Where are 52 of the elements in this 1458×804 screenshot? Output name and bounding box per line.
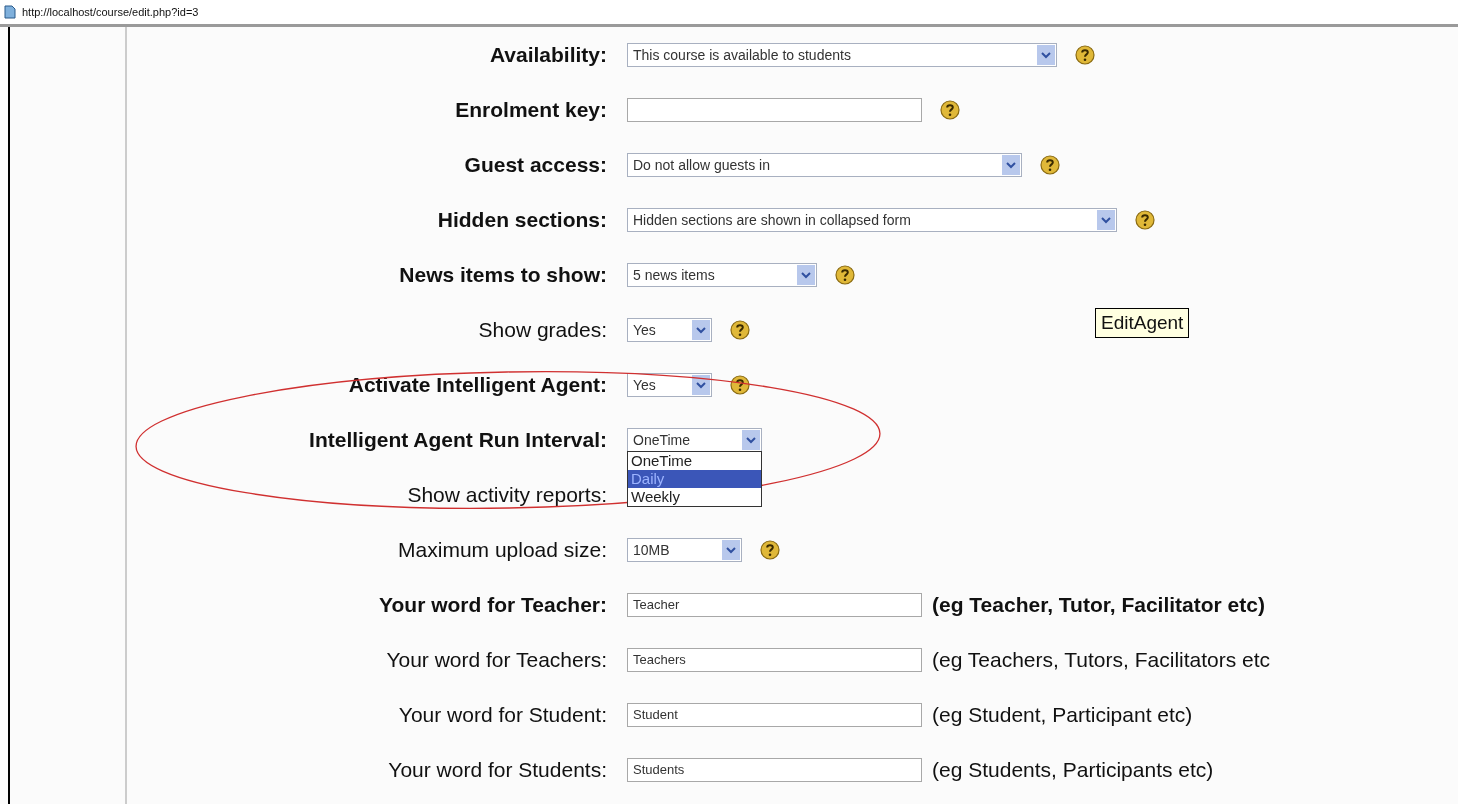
text-field[interactable]: Teacher [627,592,922,617]
field-label: News items to show: [398,262,608,287]
field-label: Your word for Teachers: [385,647,608,672]
dropdown[interactable]: Hidden sections are shown in collapsed form [627,207,1117,232]
text-field[interactable]: Students [627,757,922,782]
help-icon[interactable] [730,319,750,340]
dropdown[interactable]: Yes [627,317,712,342]
chevron-icon [742,429,760,450]
tooltip: EditAgent [1095,308,1190,338]
field-label: Your word for Student: [397,702,608,727]
dropdown[interactable]: This course is available to students [627,42,1057,67]
text-field[interactable]: Student [627,702,922,727]
hint-text: (eg Student, Participant etc) [932,702,1193,727]
help-icon[interactable] [1135,209,1155,230]
dropdown[interactable]: Yes [627,372,712,397]
dropdown[interactable]: 5 news items [627,262,817,287]
dropdown-option[interactable]: OneTime [628,451,761,470]
chevron-icon [692,319,710,340]
url-text: http://localhost/course/edit.php?id=3 [22,6,199,18]
chevron-icon [1097,209,1115,230]
field-label: Hidden sections: [436,207,608,232]
page-icon [4,5,16,19]
field-label: Maximum upload size: [397,537,608,562]
field-label: Guest access: [463,152,608,177]
help-icon[interactable] [940,99,960,120]
dropdown[interactable]: Do not allow guests in [627,152,1022,177]
hint-text: (eg Students, Participants etc) [932,757,1214,782]
hint-text: (eg Teacher, Tutor, Facilitator etc) [932,592,1265,617]
field-label: Your word for Teacher: [378,592,608,617]
field-label: Your word for Students: [387,757,608,782]
field-label: Show grades: [477,317,608,342]
help-icon[interactable] [760,539,780,560]
dropdown[interactable]: 10MB [627,537,742,562]
field-label: Activate Intelligent Agent: [347,372,608,397]
help-icon[interactable] [1075,44,1095,65]
text-field[interactable]: Teachers [627,647,922,672]
text-field[interactable] [627,97,922,122]
dropdown-option[interactable]: Weekly [628,487,761,506]
help-icon[interactable] [730,374,750,395]
dropdown[interactable]: OneTime [627,427,762,452]
hint-text: (eg Teachers, Tutors, Facilitators etc [932,647,1271,672]
chevron-icon [692,374,710,395]
chevron-icon [722,539,740,560]
field-label: Enrolment key: [454,97,608,122]
chevron-icon [1002,154,1020,175]
help-icon[interactable] [835,264,855,285]
field-label: Availability: [488,42,608,67]
field-label: Show activity reports: [406,482,608,507]
chevron-icon [1037,44,1055,65]
chevron-icon [797,264,815,285]
help-icon[interactable] [1040,154,1060,175]
field-label: Intelligent Agent Run Interval: [308,427,608,452]
